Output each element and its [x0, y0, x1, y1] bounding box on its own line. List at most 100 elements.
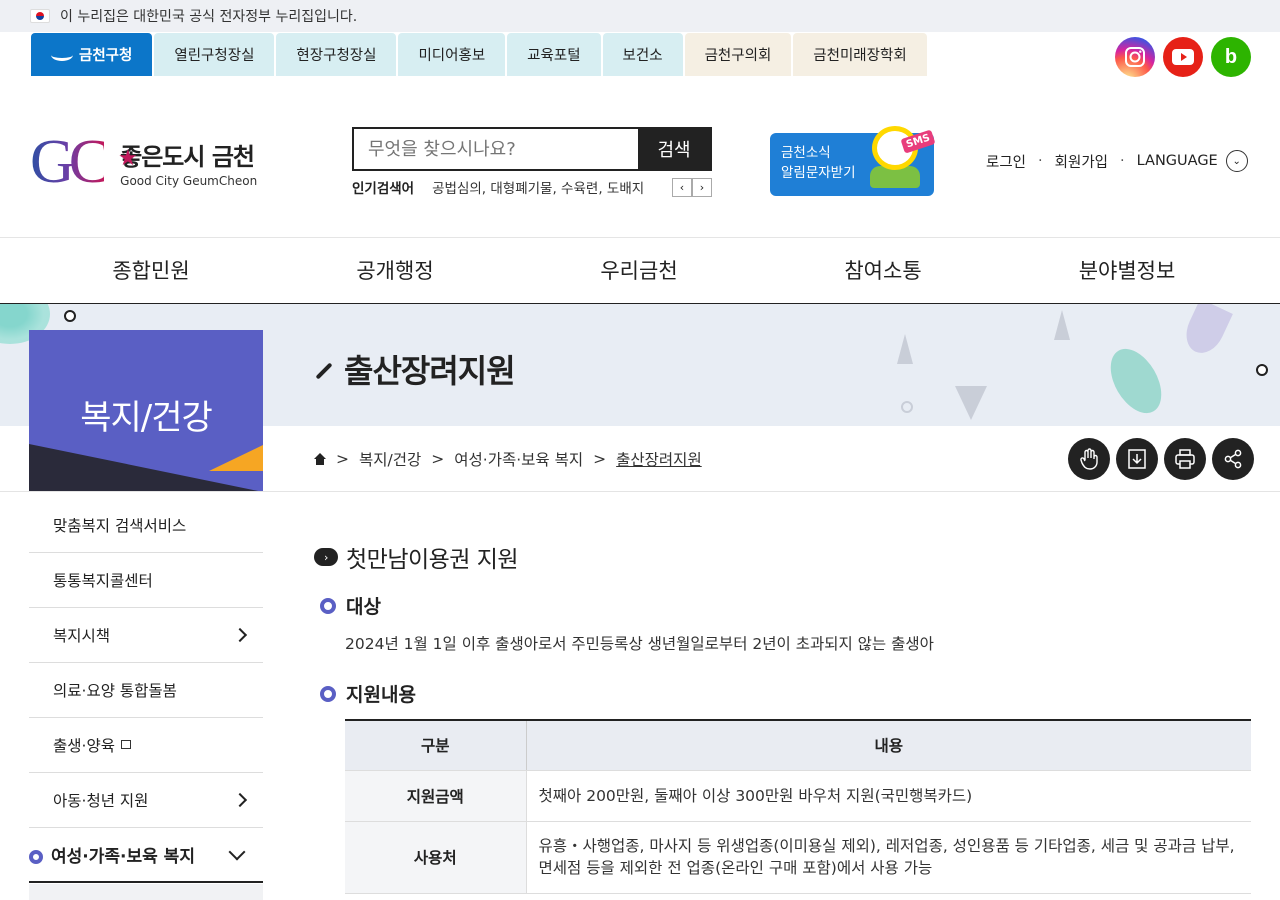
table-row-content: 첫째아 200만원, 둘째아 이상 300만원 바우처 지원(국민행복카드) — [526, 770, 1251, 822]
pen-icon — [315, 362, 333, 380]
logo-mark: GC ★ — [30, 133, 138, 191]
site-tab-scholarship[interactable]: 금천미래장학회 — [793, 33, 927, 76]
table-row: 지원금액 첫째아 200만원, 둘째아 이상 300만원 바우처 지원(국민행복… — [345, 770, 1251, 822]
side-nav-item-active[interactable]: 여성·가족·보육 복지 — [29, 828, 263, 883]
section-heading-text: 첫만남이용권 지원 — [346, 547, 519, 573]
table-row-label: 지원금액 — [345, 770, 527, 822]
chevron-left-icon[interactable]: ‹ — [672, 177, 692, 197]
social-links: b — [1115, 37, 1251, 77]
site-tab-council[interactable]: 금천구의회 — [684, 33, 792, 76]
chevron-down-icon — [228, 843, 246, 860]
logo-mark-text: GC — [30, 128, 105, 196]
popular-list[interactable]: 공법심의, 대형폐기물, 수육련, 도배지 — [432, 177, 672, 197]
support-table: 구분 내용 지원금액 첫째아 200만원, 둘째아 이상 300만원 바우처 지… — [345, 719, 1251, 894]
logo-name-kr: 좋은도시 금천 — [120, 142, 255, 171]
chevron-right-icon — [232, 792, 248, 808]
breadcrumb-item[interactable]: 여성·가족·보육 복지 — [454, 448, 583, 470]
site-tab-health-center[interactable]: 보건소 — [602, 33, 683, 76]
leaf-decoration — [1100, 340, 1172, 422]
gov-banner-text: 이 누리집은 대한민국 공식 전자정부 누리집입니다. — [60, 9, 358, 25]
table-row: 사용처 유흥・사행업종, 마사지 등 위생업종(이미용실 제외), 레저업종, … — [345, 821, 1251, 894]
site-tab-field-office[interactable]: 현장구청장실 — [276, 33, 397, 76]
site-tab-education[interactable]: 교육포털 — [507, 33, 601, 76]
target-heading-text: 대상 — [346, 596, 381, 618]
site-tab-geumcheon[interactable]: 금천구청 — [31, 33, 153, 76]
section-title-box: 복지/건강 — [29, 330, 263, 492]
hand-icon[interactable] — [1068, 438, 1110, 480]
chevron-bullet-icon: › — [314, 548, 338, 566]
separator-dot: · — [1038, 153, 1043, 169]
tree-decoration — [1054, 310, 1070, 340]
side-nav-label: 통통복지콜센터 — [53, 572, 153, 590]
language-selector[interactable]: LANGUAGE — [1137, 153, 1218, 169]
page-title-text: 출산장려지원 — [344, 352, 516, 390]
sms-banner[interactable]: 금천소식 알림문자받기 SMS — [770, 122, 936, 196]
share-icon[interactable] — [1212, 438, 1254, 480]
ring-decoration — [901, 401, 913, 413]
site-tab-label: 금천구의회 — [704, 48, 772, 64]
site-tabs: 금천구청 열린구청장실 현장구청장실 미디어홍보 교육포털 보건소 금천구의회 … — [31, 33, 927, 76]
support-heading-text: 지원내용 — [346, 684, 416, 706]
table-header-content: 내용 — [526, 720, 1251, 771]
breadcrumb-separator: > — [431, 450, 445, 468]
bullet-ring-icon — [320, 597, 336, 614]
popular-nav: ‹ › — [672, 177, 712, 197]
breadcrumb-item[interactable]: 복지/건강 — [359, 448, 421, 470]
table-row-label: 사용처 — [345, 821, 527, 894]
nav-item-geumcheon[interactable]: 우리금천 — [517, 238, 761, 303]
bullet-ring-icon — [320, 685, 336, 702]
site-tab-label: 금천구청 — [79, 48, 133, 64]
site-tab-label: 금천미래장학회 — [813, 48, 907, 64]
site-tab-label: 미디어홍보 — [418, 48, 486, 64]
home-icon[interactable] — [314, 453, 326, 465]
breadcrumb-current[interactable]: 출산장려지원 — [616, 448, 702, 470]
search-box: 검색 — [352, 127, 712, 171]
logo-text: 좋은도시 금천 Good City GeumCheon — [120, 137, 257, 188]
side-nav-item[interactable]: 통통복지콜센터 — [29, 553, 263, 608]
bullet-ring-icon — [29, 850, 43, 864]
instagram-icon[interactable] — [1115, 37, 1155, 77]
site-logo[interactable]: GC ★ 좋은도시 금천 Good City GeumCheon — [30, 133, 257, 191]
nav-item-field-info[interactable]: 분야별정보 — [1005, 238, 1249, 303]
site-tab-label: 열린구청장실 — [174, 48, 255, 64]
print-icon[interactable] — [1164, 438, 1206, 480]
ring-decoration — [64, 310, 76, 322]
side-nav-item[interactable]: 복지시책 — [29, 608, 263, 663]
nav-item-civil[interactable]: 종합민원 — [29, 238, 273, 303]
side-nav: 맞춤복지 검색서비스 통통복지콜센터 복지시책 의료·요양 통합돌봄 출생·양육… — [29, 498, 263, 883]
chevron-down-icon[interactable]: ⌄ — [1225, 150, 1248, 172]
decor-triangle — [209, 445, 263, 471]
gov-banner: 이 누리집은 대한민국 공식 전자정부 누리집입니다. — [0, 0, 1280, 32]
blog-icon[interactable]: b — [1211, 37, 1251, 77]
side-nav-item[interactable]: 맞춤복지 검색서비스 — [29, 498, 263, 553]
side-nav-item[interactable]: 의료·요양 통합돌봄 — [29, 663, 263, 718]
nav-item-admin[interactable]: 공개행정 — [273, 238, 517, 303]
side-nav-label: 의료·요양 통합돌봄 — [53, 682, 177, 700]
target-heading: 대상 — [320, 592, 381, 619]
site-tab-open-office[interactable]: 열린구청장실 — [154, 33, 275, 76]
table-header-row: 구분 내용 — [345, 720, 1251, 771]
star-icon: ★ — [118, 145, 138, 170]
search-button[interactable]: 검색 — [638, 129, 710, 169]
chevron-right-icon[interactable]: › — [692, 177, 712, 197]
main-nav: 종합민원 공개행정 우리금천 참여소통 분야별정보 — [0, 237, 1280, 304]
site-tab-media[interactable]: 미디어홍보 — [398, 33, 506, 76]
login-link[interactable]: 로그인 — [986, 151, 1026, 172]
signup-link[interactable]: 회원가입 — [1055, 151, 1108, 172]
download-icon[interactable] — [1116, 438, 1158, 480]
youtube-icon[interactable] — [1163, 37, 1203, 77]
korea-flag-icon — [30, 9, 50, 23]
side-nav-label: 여성·가족·보육 복지 — [51, 847, 195, 867]
support-heading: 지원내용 — [320, 680, 416, 707]
side-nav-item[interactable]: 출생·양육 — [29, 718, 263, 773]
table-header-category: 구분 — [345, 720, 527, 771]
logo-name-en: Good City GeumCheon — [120, 173, 258, 188]
page-title: 출산장려지원 — [314, 346, 516, 392]
side-nav-item[interactable]: 아동·청년 지원 — [29, 773, 263, 828]
nav-item-participation[interactable]: 참여소통 — [761, 238, 1005, 303]
ring-decoration — [1256, 364, 1268, 376]
search-input[interactable] — [354, 129, 638, 169]
divider — [0, 491, 1280, 492]
blog-letter: b — [1224, 45, 1238, 68]
util-links: 로그인 · 회원가입 · LANGUAGE ⌄ — [986, 150, 1248, 172]
